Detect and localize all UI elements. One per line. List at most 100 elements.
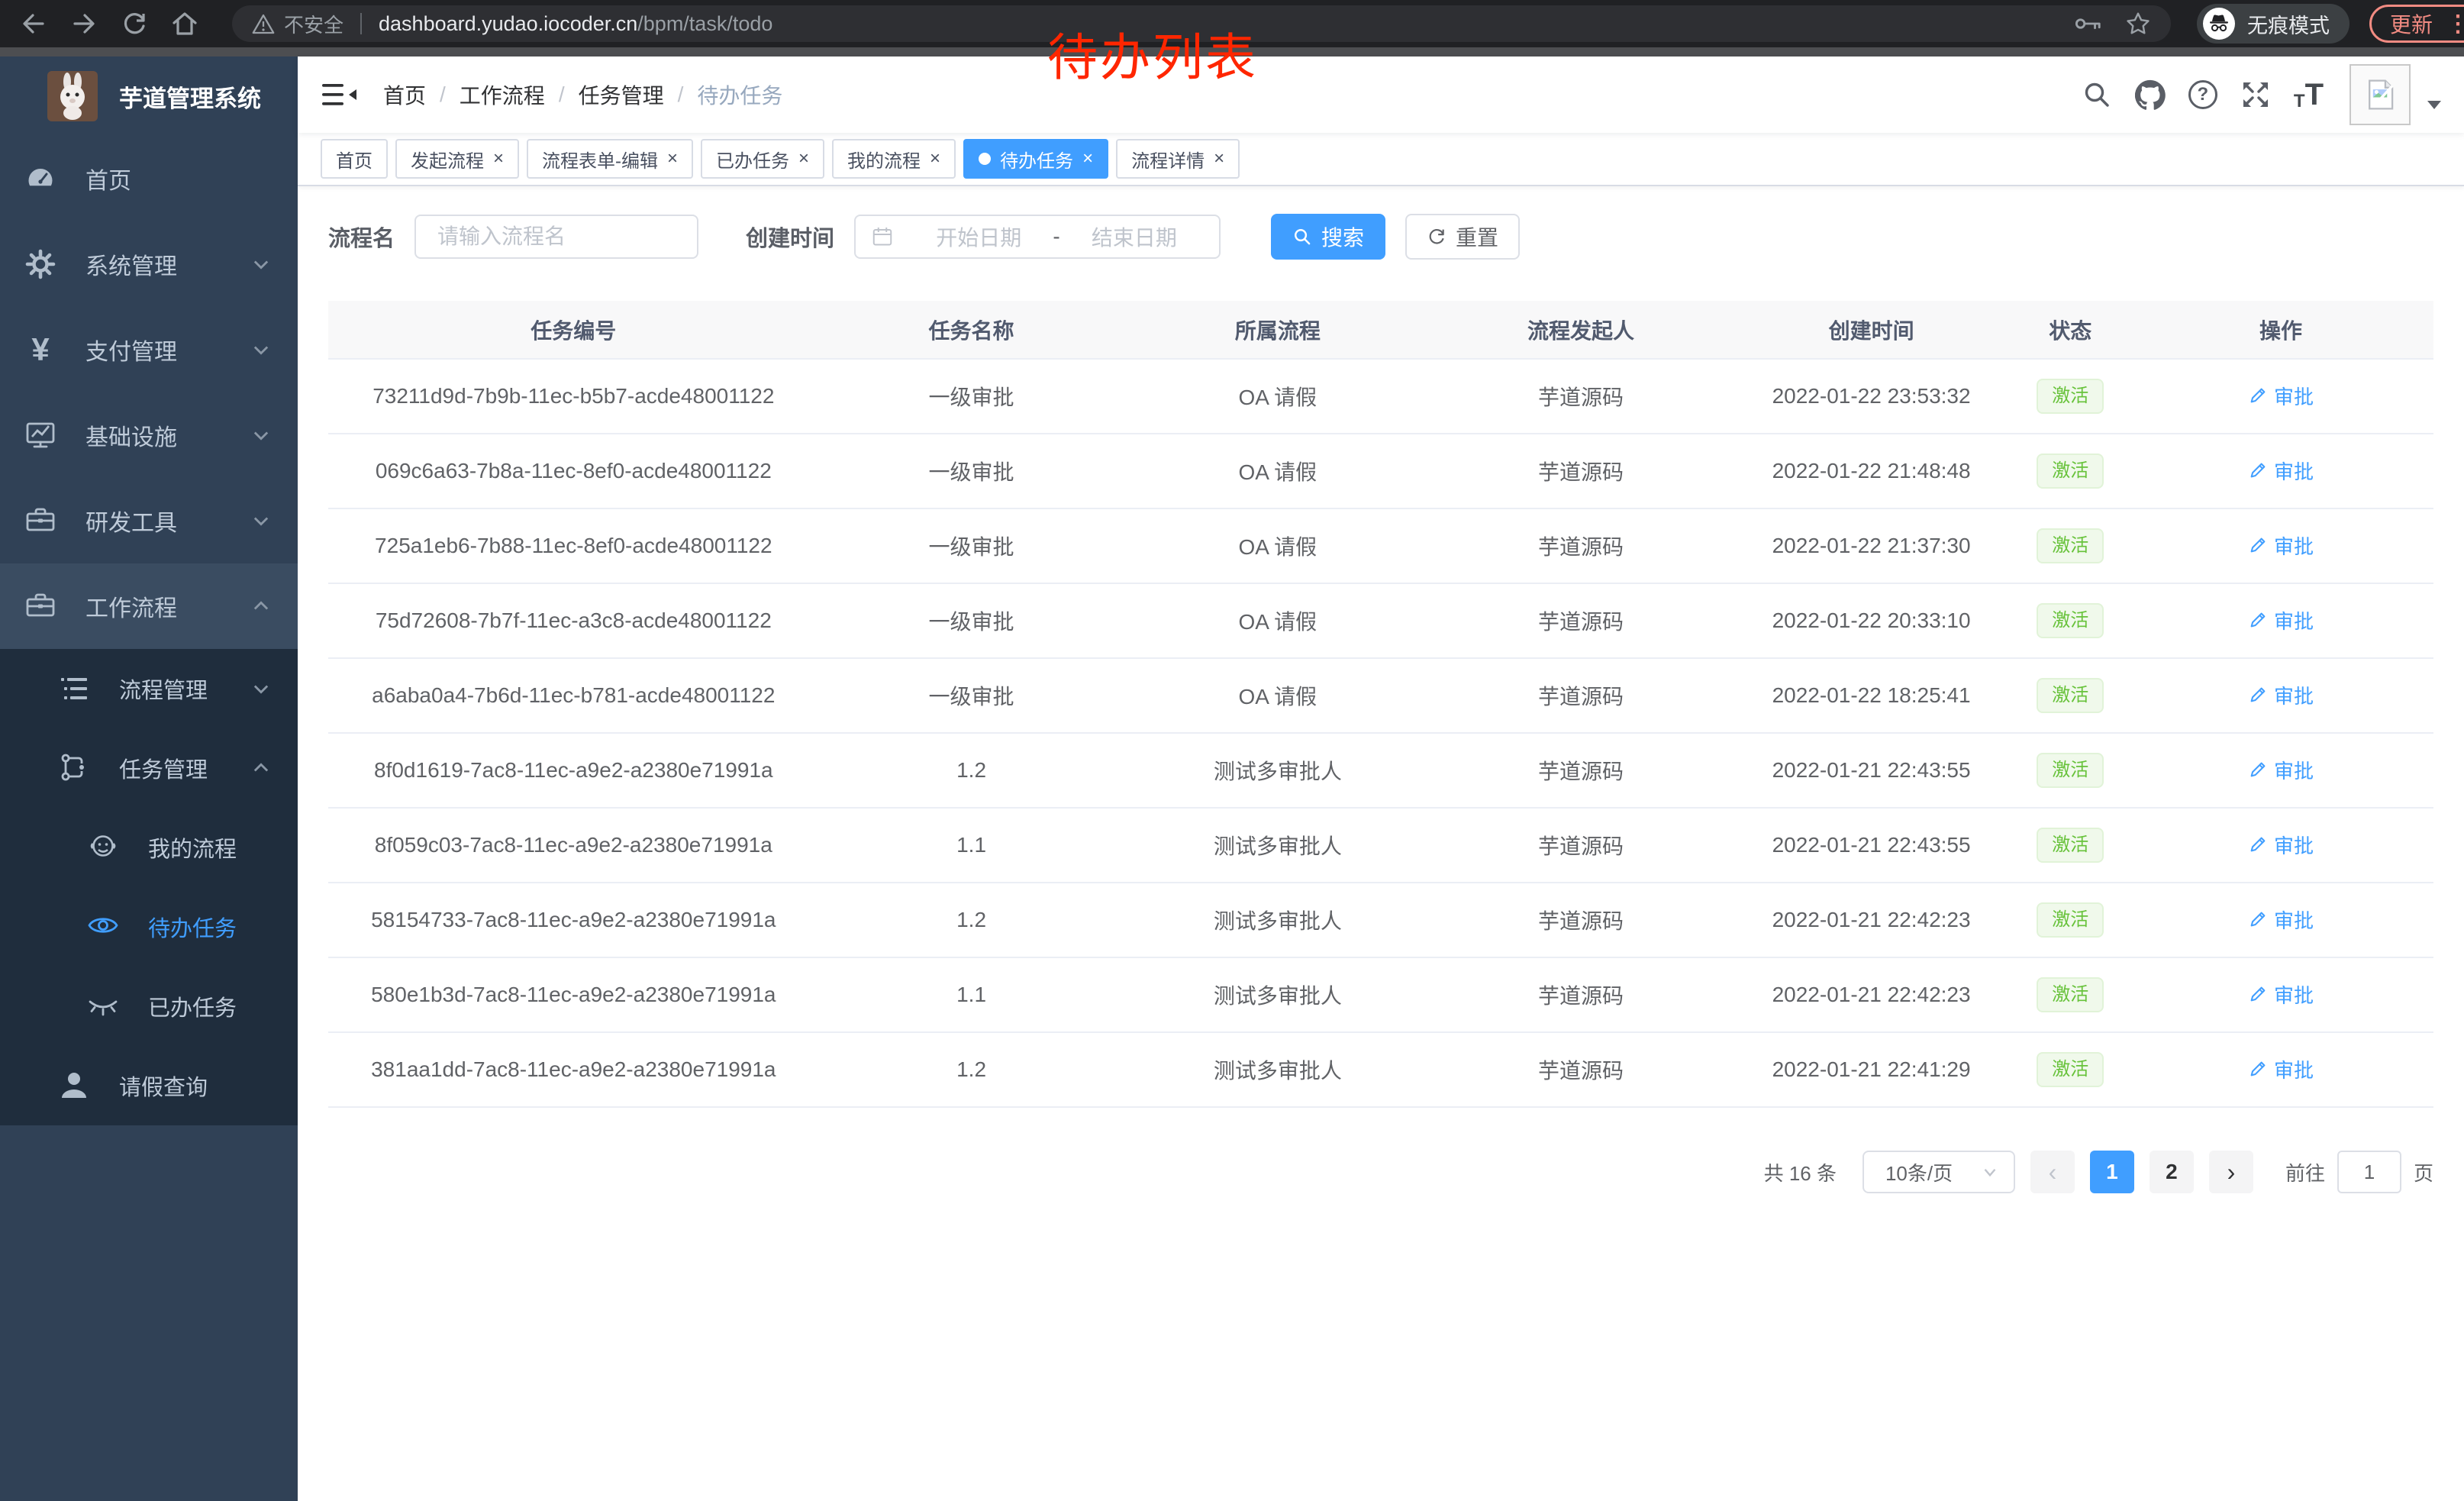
tag-start-process[interactable]: 发起流程× [395, 139, 519, 179]
sidebar-item-infrastructure[interactable]: 基础设施 [0, 392, 298, 478]
close-icon[interactable]: × [1082, 150, 1093, 168]
pagination: 共 16 条 10条/页 ‹ 1 2 › 前往 页 [328, 1151, 2433, 1193]
sidebar-item-done-tasks[interactable]: 已办任务 [0, 967, 298, 1046]
status-badge: 激活 [2037, 379, 2104, 414]
chevron-down-icon [250, 339, 272, 360]
page-size-select[interactable]: 10条/页 [1863, 1151, 2015, 1193]
sidebar-item-home[interactable]: 首页 [0, 136, 298, 221]
sidebar-item-dev-tools[interactable]: 研发工具 [0, 478, 298, 563]
briefcase-icon [23, 589, 58, 624]
process-name-input[interactable] [414, 215, 698, 259]
prev-page-button[interactable]: ‹ [2030, 1151, 2075, 1193]
tag-form-edit[interactable]: 流程表单-编辑× [527, 139, 693, 179]
help-icon[interactable]: ? [2188, 80, 2217, 109]
reset-button[interactable]: 重置 [1405, 214, 1520, 260]
next-page-button[interactable]: › [2209, 1151, 2253, 1193]
breadcrumb-home[interactable]: 首页 [383, 79, 426, 110]
sidebar-item-todo-tasks[interactable]: 待办任务 [0, 887, 298, 967]
tag-done-tasks[interactable]: 已办任务× [701, 139, 824, 179]
list-icon [56, 671, 92, 706]
approve-link[interactable]: 审批 [2248, 382, 2314, 410]
goto-page-input[interactable] [2337, 1151, 2401, 1193]
chrome-update-button[interactable]: 更新 ⋮ [2369, 5, 2464, 43]
col-task-id: 任务编号 [328, 301, 819, 359]
reload-icon[interactable] [121, 10, 148, 37]
search-button[interactable]: 搜索 [1271, 214, 1385, 260]
logo-row[interactable]: 芋道管理系统 [0, 56, 298, 136]
bookmark-star-icon[interactable] [2125, 11, 2151, 37]
sidebar-item-payment[interactable]: ¥ 支付管理 [0, 307, 298, 392]
table-row: 8f059c03-7ac8-11ec-a9e2-a2380e71991a 1.1… [328, 808, 2433, 883]
approve-link[interactable]: 审批 [2248, 606, 2314, 634]
breadcrumb-task-management[interactable]: 任务管理 [579, 79, 664, 110]
goto-unit: 页 [2414, 1158, 2433, 1186]
password-key-icon[interactable] [2075, 12, 2102, 35]
sidebar-item-process-management[interactable]: 流程管理 [0, 649, 298, 728]
top-navbar: 首页 / 工作流程 / 任务管理 / 待办任务 ? TT [298, 56, 2464, 133]
approve-link[interactable]: 审批 [2248, 905, 2314, 934]
avatar[interactable] [2350, 64, 2411, 125]
tag-todo-tasks[interactable]: 待办任务× [963, 139, 1108, 179]
browser-menu-icon[interactable]: ⋮ [2446, 11, 2464, 37]
sidebar-item-system[interactable]: 系统管理 [0, 221, 298, 307]
close-icon[interactable]: × [1214, 150, 1224, 168]
active-dot [979, 153, 991, 165]
chevron-down-icon [250, 678, 272, 699]
annotation-text: 待办列表 [1047, 17, 1258, 90]
approve-link[interactable]: 审批 [2248, 756, 2314, 784]
home-icon[interactable] [171, 10, 198, 37]
status-badge: 激活 [2037, 454, 2104, 489]
col-task-name: 任务名称 [819, 301, 1124, 359]
font-size-icon[interactable]: TT [2294, 78, 2324, 112]
app-title: 芋道管理系统 [119, 79, 261, 114]
approve-link[interactable]: 审批 [2248, 457, 2314, 485]
table-row: 725a1eb6-7b88-11ec-8ef0-acde48001122 一级审… [328, 508, 2433, 583]
status-badge: 激活 [2037, 603, 2104, 638]
tag-process-detail[interactable]: 流程详情× [1116, 139, 1240, 179]
approve-link[interactable]: 审批 [2248, 1055, 2314, 1083]
face-icon [85, 830, 121, 865]
page-button-2[interactable]: 2 [2150, 1151, 2194, 1193]
workflow-submenu: 流程管理 任务管理 我的流程 待办任务 [0, 649, 298, 1125]
hamburger-icon[interactable] [322, 82, 357, 108]
not-secure-warning-icon [252, 14, 275, 34]
github-icon[interactable] [2135, 79, 2166, 110]
date-range-picker[interactable]: 开始日期 - 结束日期 [854, 215, 1221, 259]
close-icon[interactable]: × [930, 150, 940, 168]
close-icon[interactable]: × [493, 150, 504, 168]
back-icon[interactable] [20, 10, 47, 37]
filter-form: 流程名 创建时间 开始日期 - 结束日期 搜索 重置 [328, 214, 2433, 260]
search-icon[interactable] [2082, 79, 2112, 110]
tag-my-process[interactable]: 我的流程× [832, 139, 956, 179]
process-name-label: 流程名 [328, 221, 395, 253]
divider [360, 13, 362, 34]
close-icon[interactable]: × [798, 150, 809, 168]
avatar-caret-icon[interactable] [2427, 101, 2441, 109]
dashboard-icon [23, 161, 58, 196]
security-label[interactable]: 不安全 [284, 10, 343, 38]
sidebar-item-my-process[interactable]: 我的流程 [0, 808, 298, 887]
approve-link[interactable]: 审批 [2248, 681, 2314, 709]
sidebar-item-workflow[interactable]: 工作流程 [0, 563, 298, 649]
end-date-placeholder[interactable]: 结束日期 [1065, 221, 1204, 252]
breadcrumb-workflow[interactable]: 工作流程 [460, 79, 545, 110]
col-create-time: 创建时间 [1730, 301, 2013, 359]
approve-link[interactable]: 审批 [2248, 831, 2314, 859]
sidebar-item-leave-query[interactable]: 请假查询 [0, 1046, 298, 1125]
approve-link[interactable]: 审批 [2248, 531, 2314, 560]
fullscreen-icon[interactable] [2240, 79, 2271, 110]
start-date-placeholder[interactable]: 开始日期 [909, 221, 1048, 252]
page-button-1[interactable]: 1 [2090, 1151, 2134, 1193]
close-icon[interactable]: × [667, 150, 678, 168]
table-row: 381aa1dd-7ac8-11ec-a9e2-a2380e71991a 1.2… [328, 1032, 2433, 1107]
forward-icon[interactable] [70, 10, 98, 37]
sidebar-item-task-management[interactable]: 任务管理 [0, 728, 298, 808]
tag-home[interactable]: 首页 [321, 139, 388, 179]
approve-link[interactable]: 审批 [2248, 980, 2314, 1009]
chevron-down-icon [250, 424, 272, 446]
table-row: 069c6a63-7b8a-11ec-8ef0-acde48001122 一级审… [328, 434, 2433, 508]
table-row: 58154733-7ac8-11ec-a9e2-a2380e71991a 1.2… [328, 883, 2433, 957]
status-badge: 激活 [2037, 528, 2104, 563]
goto-label: 前往 [2285, 1158, 2325, 1186]
total-count: 共 16 条 [1764, 1158, 1837, 1186]
